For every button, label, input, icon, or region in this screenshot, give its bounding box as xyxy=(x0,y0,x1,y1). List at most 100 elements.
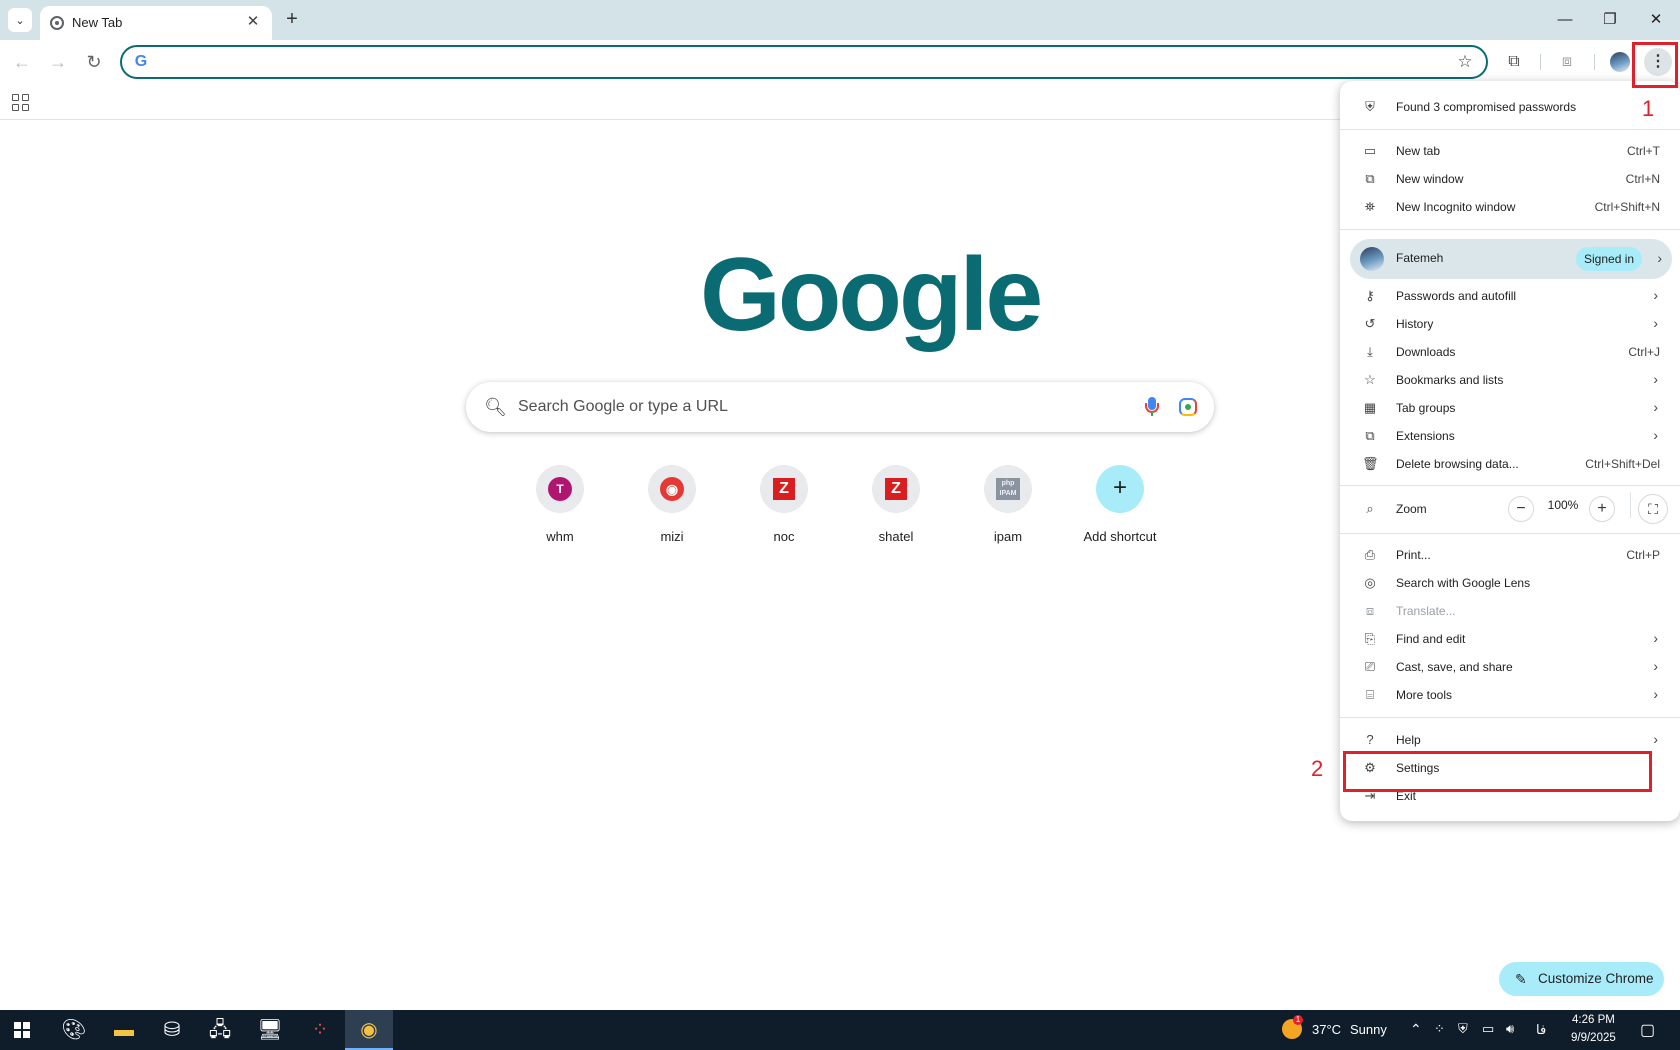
menu-label: Help xyxy=(1396,733,1421,747)
signed-in-badge: Signed in xyxy=(1576,247,1643,271)
extensions-icon[interactable]: ⧉ xyxy=(1500,48,1528,76)
cast-icon: ⎚ xyxy=(1364,659,1376,674)
chevron-up-icon[interactable]: ⌃ xyxy=(1410,1021,1422,1038)
annotation-box-menu xyxy=(1632,42,1678,88)
menu-label: Find and edit xyxy=(1396,632,1466,646)
menu-item-tab-groups[interactable]: ▦ Tab groups › xyxy=(1340,394,1680,422)
weather-temperature: 37°C xyxy=(1312,1022,1342,1037)
menu-item-help[interactable]: ? Help › xyxy=(1340,726,1680,754)
taskbar-app-network[interactable]: 🖧︎ xyxy=(196,1010,244,1050)
google-logo: Google xyxy=(700,237,1043,353)
taskbar-app-paint[interactable]: 🎨︎ xyxy=(50,1010,98,1050)
shortcut-tile: Z xyxy=(872,465,920,513)
address-input[interactable] xyxy=(158,51,1408,73)
network-computer-icon: 🖧︎ xyxy=(208,1019,232,1041)
menu-item-incognito[interactable]: ⛯ New Incognito window Ctrl+Shift+N xyxy=(1340,193,1680,221)
close-window-button[interactable]: ✕ xyxy=(1636,6,1676,34)
taskbar-app-dots[interactable]: ⁘ xyxy=(296,1010,344,1050)
search-icon: 🔍︎ xyxy=(484,397,507,417)
menu-item-delete-browsing-data[interactable]: 🗑︎ Delete browsing data... Ctrl+Shift+De… xyxy=(1340,450,1680,478)
shortcut-tile: php IPAM xyxy=(984,465,1032,513)
chevron-right-icon: › xyxy=(1653,371,1658,387)
taskbar-app-chrome[interactable]: ◉ xyxy=(345,1010,393,1050)
menu-item-passwords[interactable]: ⚷ Passwords and autofill › xyxy=(1340,282,1680,310)
translate-icon: ⧈ xyxy=(1365,603,1375,618)
menu-item-google-lens[interactable]: ◎ Search with Google Lens xyxy=(1340,569,1680,597)
language-indicator[interactable]: فا xyxy=(1536,1022,1546,1038)
menu-shortcut: Ctrl+P xyxy=(1626,548,1660,562)
apps-grid-icon[interactable] xyxy=(10,92,30,112)
menu-item-extensions[interactable]: ⧉ Extensions › xyxy=(1340,422,1680,450)
menu-item-compromised-passwords[interactable]: ⛨ Found 3 compromised passwords xyxy=(1340,93,1680,121)
annotation-box-settings xyxy=(1343,751,1652,792)
ntp-search-box[interactable]: 🔍︎ xyxy=(466,382,1214,432)
tray-security-icon[interactable]: ⛨ xyxy=(1458,1021,1468,1037)
shatel-favicon-icon: Z xyxy=(885,478,907,500)
bookmark-star-icon[interactable]: ☆ xyxy=(1454,51,1476,73)
minimize-button[interactable]: — xyxy=(1545,6,1585,34)
omnibox[interactable]: G ☆ xyxy=(120,45,1488,79)
zoom-out-button[interactable]: − xyxy=(1508,496,1534,522)
mizi-favicon-icon: ◉ xyxy=(660,477,684,501)
menu-profile-row[interactable]: Fatemeh Signed in › xyxy=(1350,239,1672,279)
menu-item-new-tab[interactable]: ▭ New tab Ctrl+T xyxy=(1340,137,1680,165)
taskbar-app-remote[interactable]: 🖥︎ xyxy=(246,1010,294,1050)
shortcut-label: Add shortcut xyxy=(1083,529,1157,544)
profile-avatar xyxy=(1360,247,1384,271)
forward-button[interactable]: → xyxy=(44,48,72,76)
weather-alert-badge: 1 xyxy=(1293,1015,1303,1025)
translate-icon[interactable]: ⧈ xyxy=(1553,48,1581,76)
menu-item-find-edit[interactable]: ⎘ Find and edit › xyxy=(1340,625,1680,653)
volume-icon[interactable]: 🔊︎ xyxy=(1506,1021,1514,1037)
customize-chrome-button[interactable]: ✎ Customize Chrome xyxy=(1499,962,1664,996)
menu-item-history[interactable]: ↺ History › xyxy=(1340,310,1680,338)
new-tab-button[interactable]: + xyxy=(280,8,304,32)
menu-label: New window xyxy=(1396,172,1464,186)
download-icon: ⤓ xyxy=(1367,344,1373,359)
clock-time[interactable]: 4:26 PM xyxy=(1572,1014,1615,1026)
taskbar-app-store[interactable]: ⛁ xyxy=(148,1010,196,1050)
profile-name: Fatemeh xyxy=(1396,251,1444,265)
zoom-in-button[interactable]: + xyxy=(1589,496,1615,522)
voice-search-icon[interactable] xyxy=(1140,395,1164,419)
google-lens-icon[interactable] xyxy=(1176,395,1200,419)
tab-search-button[interactable]: ⌄ xyxy=(8,8,32,32)
profile-avatar[interactable] xyxy=(1610,52,1630,72)
restore-button[interactable]: ❐ xyxy=(1590,6,1630,34)
taskbar-app-explorer[interactable]: ▬ xyxy=(100,1010,148,1050)
chevron-right-icon: › xyxy=(1653,658,1658,674)
menu-item-downloads[interactable]: ⤓ Downloads Ctrl+J xyxy=(1340,338,1680,366)
tab-close-icon[interactable]: ✕ xyxy=(244,13,262,31)
clock-date[interactable]: 9/9/2025 xyxy=(1571,1032,1616,1044)
menu-item-print[interactable]: ⎙ Print... Ctrl+P xyxy=(1340,541,1680,569)
menu-item-cast-save-share[interactable]: ⎚ Cast, save, and share › xyxy=(1340,653,1680,681)
menu-item-bookmarks[interactable]: ☆ Bookmarks and lists › xyxy=(1340,366,1680,394)
whm-favicon-icon: T xyxy=(548,477,572,501)
shortcut-whm[interactable]: T whm xyxy=(504,465,616,555)
shortcut-ipam[interactable]: php IPAM ipam xyxy=(952,465,1064,555)
fullscreen-button[interactable]: ⛶ xyxy=(1638,494,1668,524)
notification-icon[interactable]: ▢ xyxy=(1640,1020,1655,1040)
menu-shortcut: Ctrl+J xyxy=(1628,345,1660,359)
menu-item-new-window[interactable]: ⧉ New window Ctrl+N xyxy=(1340,165,1680,193)
shortcut-noc[interactable]: Z noc xyxy=(728,465,840,555)
tab-new-tab[interactable]: New Tab ✕ xyxy=(40,6,272,40)
tray-app-icon[interactable]: ⁘ xyxy=(1434,1021,1445,1037)
chevron-right-icon: › xyxy=(1657,250,1662,266)
menu-divider xyxy=(1340,485,1680,486)
new-window-icon: ⧉ xyxy=(1365,171,1375,186)
palette-icon: 🎨︎ xyxy=(61,1019,87,1041)
menu-label: Bookmarks and lists xyxy=(1396,373,1504,387)
menu-divider xyxy=(1340,229,1680,230)
network-icon[interactable]: ▭ xyxy=(1482,1021,1494,1037)
start-button[interactable] xyxy=(0,1010,48,1050)
search-input[interactable] xyxy=(518,396,1078,418)
reload-button[interactable]: ↻ xyxy=(80,48,108,76)
shortcut-tile: + xyxy=(1096,465,1144,513)
add-shortcut-button[interactable]: + Add shortcut xyxy=(1064,465,1176,555)
shortcut-mizi[interactable]: ◉ mizi xyxy=(616,465,728,555)
shortcut-shatel[interactable]: Z shatel xyxy=(840,465,952,555)
menu-label: Cast, save, and share xyxy=(1396,660,1513,674)
back-button[interactable]: ← xyxy=(8,48,36,76)
menu-item-more-tools[interactable]: ⌸ More tools › xyxy=(1340,681,1680,709)
